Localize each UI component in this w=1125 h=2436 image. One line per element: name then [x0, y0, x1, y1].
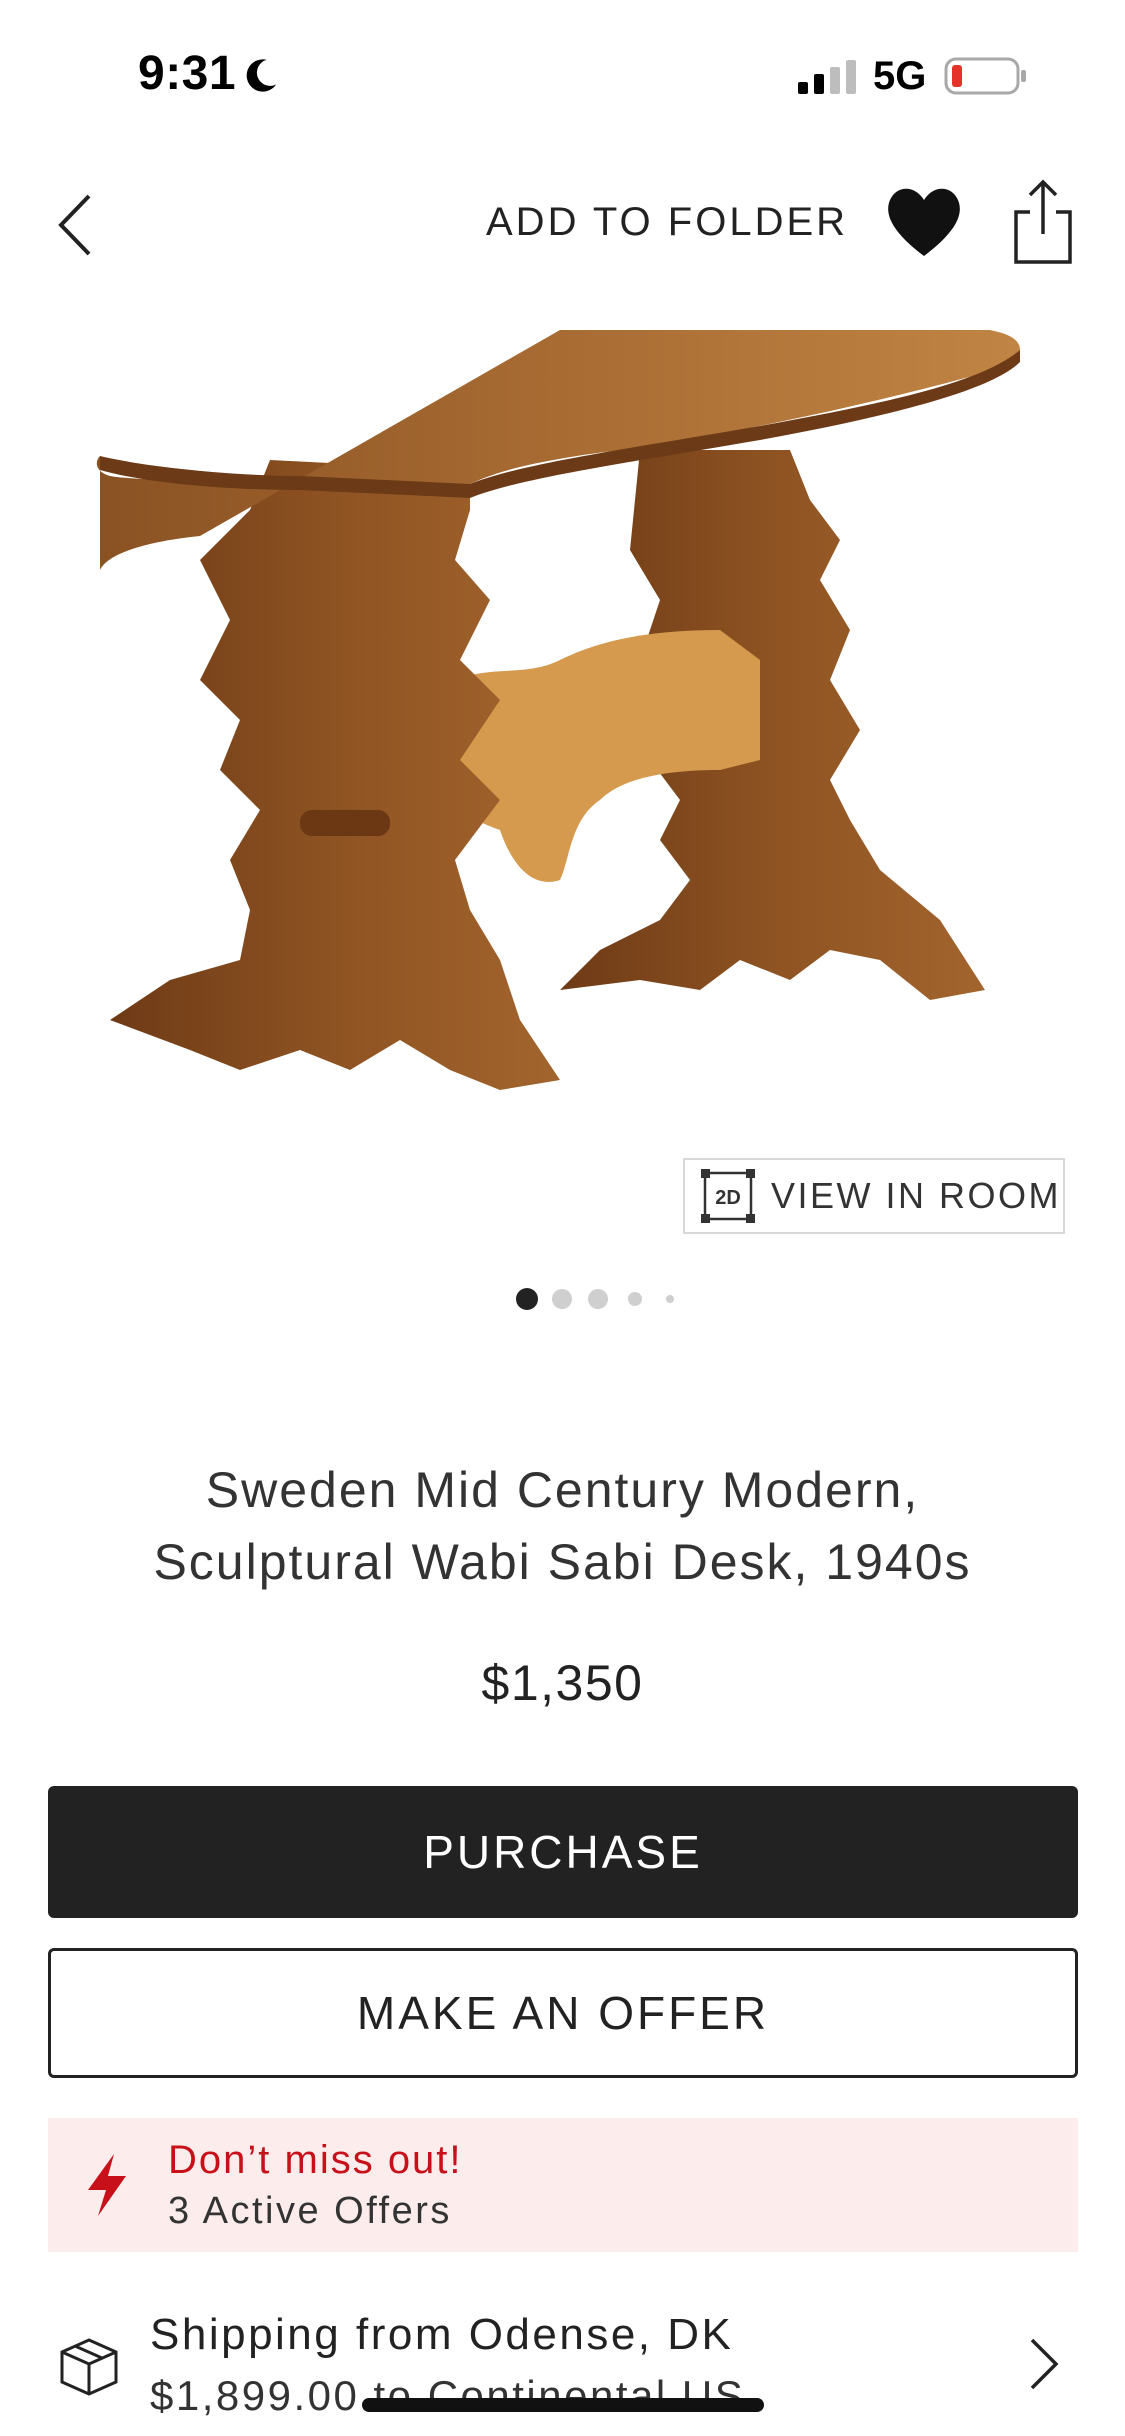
- view-in-room-label: VIEW IN ROOM: [771, 1175, 1061, 1216]
- product-title: Sweden Mid Century Modern, Sculptural Wa…: [60, 1454, 1065, 1598]
- product-title-line-2: Sculptural Wabi Sabi Desk, 1940s: [153, 1534, 972, 1590]
- notice-title: Don’t miss out!: [168, 2138, 463, 2182]
- view-in-room-badge: 2D: [715, 1187, 741, 1209]
- product-image[interactable]: [0, 300, 1125, 1260]
- back-chevron-icon: [58, 194, 91, 256]
- pagination-dot-2[interactable]: [552, 1289, 572, 1309]
- share-icon[interactable]: [1010, 176, 1076, 266]
- battery-icon: [944, 57, 1026, 95]
- status-time: 9:31: [138, 47, 237, 100]
- home-indicator[interactable]: [362, 2398, 764, 2412]
- nav-bar: ADD TO FOLDER: [0, 170, 1125, 280]
- pagination-dot-1[interactable]: [516, 1288, 538, 1310]
- view-in-room-button[interactable]: 2D VIEW IN ROOM: [683, 1158, 1065, 1234]
- pagination-dot-4[interactable]: [628, 1292, 642, 1306]
- status-bar: 9:31 5G: [0, 0, 1125, 150]
- product-title-line-1: Sweden Mid Century Modern,: [205, 1462, 920, 1518]
- package-icon: [60, 2338, 118, 2396]
- network-label: 5G: [873, 54, 927, 98]
- active-offers-notice: Don’t miss out! 3 Active Offers: [48, 2118, 1078, 2252]
- shipping-title: Shipping from Odense, DK: [150, 2310, 734, 2359]
- chevron-right-icon: [1030, 2338, 1059, 2390]
- purchase-button[interactable]: PURCHASE: [48, 1786, 1078, 1918]
- heart-icon[interactable]: [882, 180, 966, 264]
- image-pagination-dots[interactable]: [0, 1284, 1125, 1314]
- add-to-folder-button[interactable]: ADD TO FOLDER: [486, 200, 848, 245]
- shipping-row[interactable]: Shipping from Odense, DK $1,899.00 to Co…: [0, 2290, 1125, 2436]
- back-button[interactable]: [40, 180, 110, 270]
- notice-subtitle: 3 Active Offers: [168, 2190, 452, 2232]
- pagination-dot-5[interactable]: [666, 1295, 674, 1303]
- shipping-cost: $1,899.00 to Continental US: [150, 2372, 746, 2419]
- view-in-room-icon: 2D: [701, 1169, 755, 1223]
- lightning-icon: [88, 2154, 126, 2216]
- pagination-dot-3[interactable]: [588, 1289, 608, 1309]
- moon-icon: [246, 59, 277, 92]
- product-price: $1,350: [481, 1655, 644, 1711]
- make-an-offer-button[interactable]: MAKE AN OFFER: [48, 1948, 1078, 2078]
- signal-icon: [798, 60, 856, 94]
